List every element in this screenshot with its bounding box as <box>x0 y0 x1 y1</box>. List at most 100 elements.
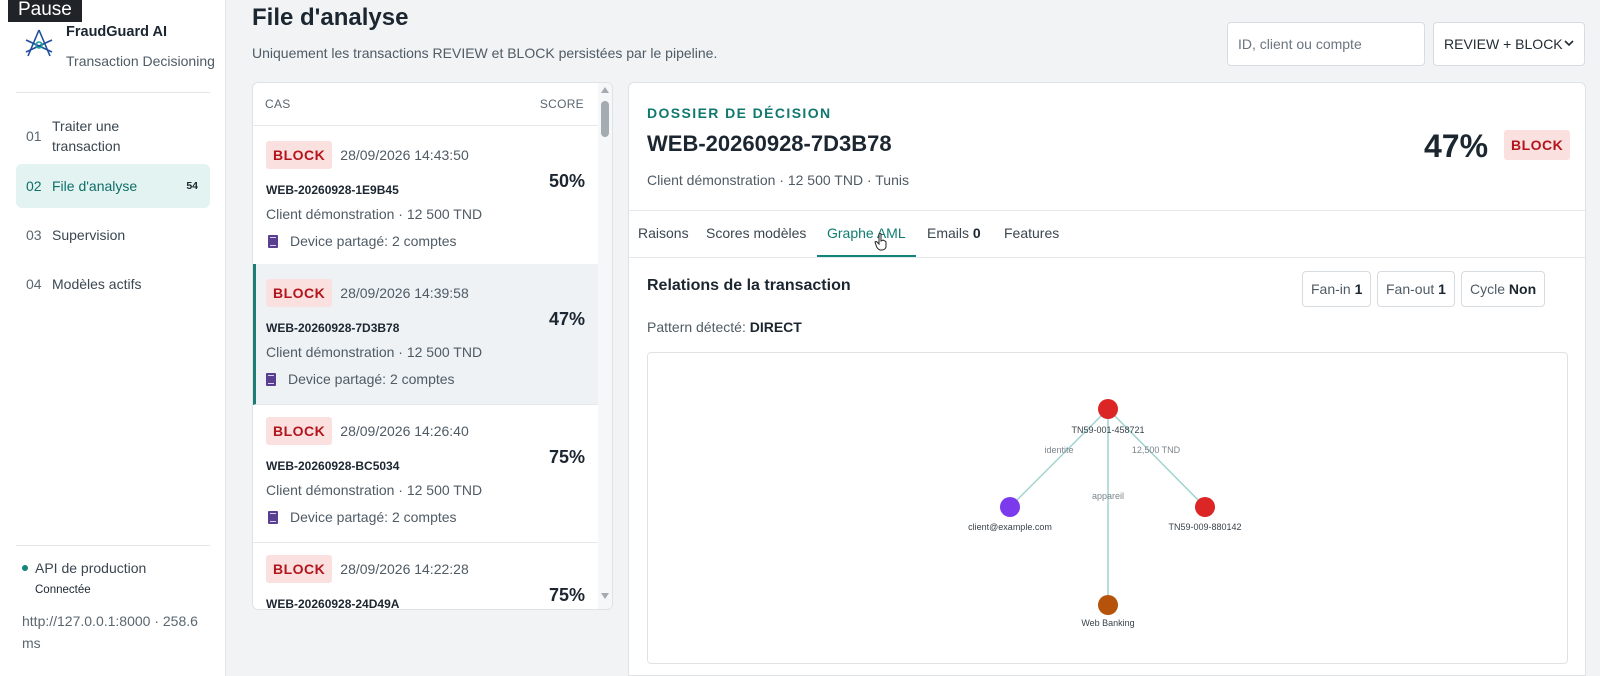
pause-overlay-label: Pause <box>8 0 82 22</box>
case-list-header: CAS SCORE <box>253 83 612 126</box>
decision-badge: BLOCK <box>266 555 333 583</box>
case-list-item-selected[interactable]: BLOCK 28/09/2026 14:39:58 WEB-20260928-7… <box>253 264 599 405</box>
nav-item-number: 04 <box>26 275 42 292</box>
stat-value: 1 <box>1438 281 1446 297</box>
nav-item-traiter[interactable]: 01 Traiter une transaction <box>16 112 210 160</box>
decision-badge: BLOCK <box>266 417 333 445</box>
case-flag: Device partagé: 2 comptes <box>268 509 457 525</box>
detail-tabs: Raisons Scores modèles Graphe AML Emails… <box>629 210 1585 258</box>
stat-fan-in: Fan-in 1 <box>1302 271 1372 307</box>
aml-graph-canvas: identite 12,500 TND appareil TN59-001-45… <box>968 399 1242 628</box>
nav-item-label: Modèles actifs <box>52 275 142 292</box>
column-header-case: CAS <box>265 97 291 111</box>
case-client: Client démonstration · 12 500 TND <box>266 206 483 222</box>
filter-selected-value: REVIEW + BLOCK <box>1444 36 1563 52</box>
nav-count-badge: 54 <box>186 180 198 192</box>
stat-value: Non <box>1508 281 1537 297</box>
decision-badge: BLOCK <box>266 279 333 307</box>
nav-item-label: Traiter une transaction <box>52 118 121 154</box>
status-dot-icon <box>22 565 28 571</box>
fraudguard-logo-icon <box>25 29 53 57</box>
graph-node[interactable] <box>1098 399 1118 419</box>
pattern-value: DIRECT <box>749 319 802 335</box>
case-score: 75% <box>548 447 585 467</box>
stat-label: Fan-out <box>1386 281 1435 297</box>
nav-item-label: Supervision <box>52 226 126 243</box>
case-flag-text: Device partagé: 2 comptes <box>290 509 457 525</box>
stat-fan-out: Fan-out 1 <box>1377 271 1455 307</box>
case-list-item[interactable]: BLOCK 28/09/2026 14:26:40 WEB-20260928-B… <box>253 402 599 543</box>
api-status-panel: API de production Connectée http://127.0… <box>22 560 212 654</box>
case-id: WEB-20260928-BC5034 <box>266 459 400 473</box>
graph-node[interactable] <box>1098 595 1118 615</box>
api-title: API de production <box>35 560 147 576</box>
nav-item-file-analyse[interactable]: 02 File d'analyse 54 <box>16 164 210 208</box>
tab-raisons[interactable]: Raisons <box>638 211 689 257</box>
case-header-row: BLOCK 28/09/2026 14:39:58 <box>266 279 469 307</box>
nav-item-number: 02 <box>26 178 42 194</box>
graph-edge-label: appareil <box>1092 491 1124 501</box>
case-date: 28/09/2026 14:39:58 <box>340 285 469 301</box>
brand-subtitle: Transaction Decisioning <box>66 53 215 69</box>
graph-node-label: TN59-001-458721 <box>1071 425 1144 435</box>
pattern-detected: Pattern détecté: DIRECT <box>647 319 802 335</box>
case-score: 47% <box>548 309 585 329</box>
decision-detail-panel: DOSSIER DE DÉCISION WEB-20260928-7D3B78 … <box>628 82 1586 676</box>
nav-item-modeles[interactable]: 04 Modèles actifs <box>16 261 210 306</box>
case-score: 75% <box>548 585 585 605</box>
graph-node-label: TN59-009-880142 <box>1168 522 1241 532</box>
page-subtitle: Uniquement les transactions REVIEW et BL… <box>252 45 718 61</box>
search-input[interactable] <box>1227 22 1425 66</box>
case-id: WEB-20260928-7D3B78 <box>266 321 400 335</box>
nav-item-number: 03 <box>26 226 42 243</box>
aml-graph[interactable]: identite 12,500 TND appareil TN59-001-45… <box>647 352 1568 664</box>
device-icon <box>266 372 276 386</box>
decision-filter-select[interactable]: REVIEW + BLOCK <box>1433 22 1585 66</box>
case-flag: Device partagé: 2 comptes <box>266 371 455 387</box>
stat-label: Fan-in <box>1311 281 1351 297</box>
graph-node[interactable] <box>1195 497 1215 517</box>
case-list-item[interactable]: BLOCK 28/09/2026 14:22:28 WEB-20260928-2… <box>253 540 599 609</box>
sidebar-divider <box>16 545 210 546</box>
scroll-thumb[interactable] <box>601 101 609 137</box>
nav-item-label: File d'analyse <box>52 178 138 194</box>
scroll-down-arrow-icon[interactable] <box>601 593 609 599</box>
stat-label: Cycle <box>1470 281 1506 297</box>
case-flag: Device partagé: 2 comptes <box>268 233 457 249</box>
api-url-latency: http://127.0.0.1:8000 · 258.6 ms <box>22 613 198 651</box>
case-list-scrollbar[interactable] <box>598 83 612 609</box>
tab-features[interactable]: Features <box>1004 211 1059 257</box>
case-score: 50% <box>548 171 585 191</box>
case-client: Client démonstration · 12 500 TND <box>266 482 483 498</box>
nav-item-number: 01 <box>26 128 42 144</box>
case-client: Client démonstration · 12 500 TND <box>266 344 483 360</box>
graph-node-label: client@example.com <box>968 522 1052 532</box>
tab-emails[interactable]: Emails 0 <box>927 211 981 257</box>
case-date: 28/09/2026 14:22:28 <box>340 561 469 577</box>
case-flag-text: Device partagé: 2 comptes <box>288 371 455 387</box>
decision-badge: BLOCK <box>1504 130 1571 160</box>
tab-scores-modeles[interactable]: Scores modèles <box>706 211 806 257</box>
graph-edge-label: identite <box>1044 445 1073 455</box>
relations-title: Relations de la transaction <box>647 277 851 294</box>
column-header-score: SCORE <box>539 97 584 111</box>
dossier-label: DOSSIER DE DÉCISION <box>647 105 832 121</box>
scroll-up-arrow-icon[interactable] <box>601 87 609 93</box>
sidebar-divider <box>16 92 210 93</box>
device-icon <box>268 234 278 248</box>
case-header-row: BLOCK 28/09/2026 14:22:28 <box>266 555 469 583</box>
decision-badge: BLOCK <box>266 141 333 169</box>
case-list-item[interactable]: BLOCK 28/09/2026 14:43:50 WEB-20260928-1… <box>253 126 599 267</box>
api-title-row: API de production <box>22 560 212 576</box>
graph-node-label: Web Banking <box>1081 618 1134 628</box>
tab-graphe-aml[interactable]: Graphe AML <box>817 211 916 257</box>
case-list-panel: CAS SCORE BLOCK 28/09/2026 14:43:50 WEB-… <box>252 82 613 610</box>
dossier-id: WEB-20260928-7D3B78 <box>647 131 892 156</box>
graph-edge-label: 12,500 TND <box>1132 445 1181 455</box>
brand: FraudGuard AI Transaction Decisioning <box>24 20 224 80</box>
case-id: WEB-20260928-1E9B45 <box>266 183 399 197</box>
graph-node[interactable] <box>1000 497 1020 517</box>
case-flag-text: Device partagé: 2 comptes <box>290 233 457 249</box>
pattern-label: Pattern détecté: <box>647 319 746 335</box>
nav-item-supervision[interactable]: 03 Supervision <box>16 212 210 257</box>
